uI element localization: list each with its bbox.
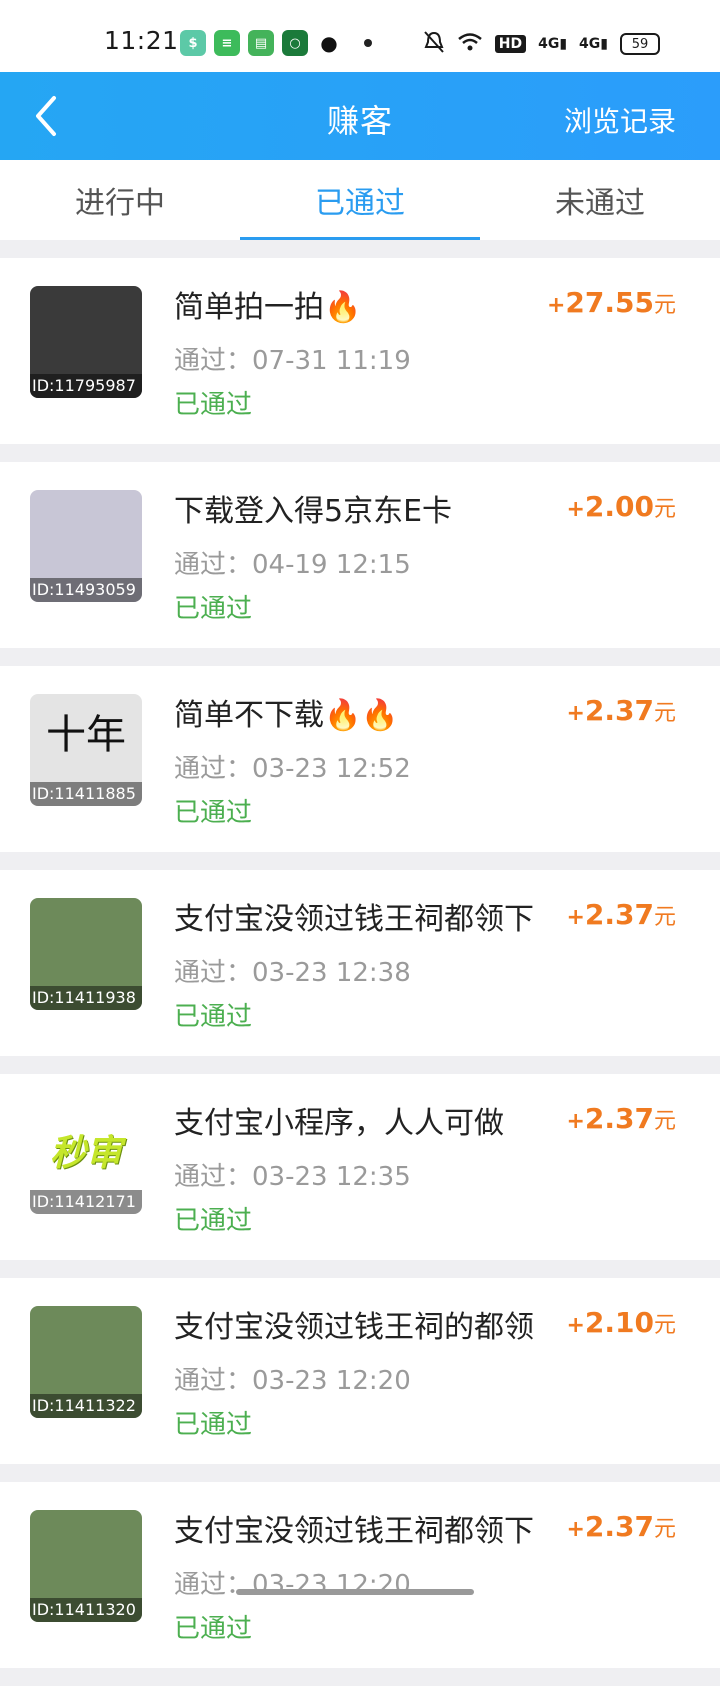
reward-amount: +2.37元 (566, 898, 676, 931)
task-id-label: ID:11493059 (30, 578, 142, 602)
more-notifications-dot (364, 39, 372, 47)
task-thumbnail: 十年 ID:11411885 (30, 694, 142, 806)
reward-amount: +2.37元 (566, 1102, 676, 1135)
task-title: 下载登入得5京东E卡 (174, 494, 453, 529)
app-notification-icon: $ (180, 30, 206, 56)
task-id-label: ID:11411322 (30, 1394, 142, 1418)
wifi-icon (457, 31, 483, 57)
list-item[interactable]: ID:11795987 简单拍一拍🔥 通过：07-31 11:19 已通过 +2… (0, 258, 720, 444)
oppo-icon: ○ (282, 30, 308, 56)
reward-amount: +2.10元 (566, 1306, 676, 1339)
task-title: 支付宝没领过钱王祠都领下 (174, 1514, 534, 1549)
task-thumbnail: 秒审 ID:11412171 (30, 1102, 142, 1214)
approved-date: 通过：03-23 12:20 (174, 1570, 411, 1600)
task-thumbnail: ID:11795987 (30, 286, 142, 398)
task-id-label: ID:11411938 (30, 986, 142, 1010)
browse-history-button[interactable]: 浏览记录 (564, 100, 676, 140)
home-indicator[interactable] (236, 1589, 474, 1595)
signal-icon: 4G▮ (538, 36, 568, 52)
status-label: 已通过 (174, 390, 253, 420)
reward-amount: +2.00元 (566, 490, 676, 523)
task-id-label: ID:11412171 (30, 1190, 142, 1214)
status-label: 已通过 (174, 594, 253, 624)
hd-icon: HD (494, 35, 527, 53)
status-bar: 11:21 $ ≡ ▤ ○ ● HD 4G▮ 4G▮ 59 (0, 0, 720, 72)
task-id-label: ID:11411885 (30, 782, 142, 806)
approved-date: 通过：03-23 12:20 (174, 1366, 411, 1396)
signal-icon: 4G▮ (579, 36, 608, 52)
status-label: 已通过 (174, 1614, 253, 1644)
task-title: 支付宝没领过钱王祠都领下 (174, 902, 534, 937)
task-title: 支付宝小程序，人人可做 (174, 1106, 504, 1141)
task-thumbnail: ID:11411320 (30, 1510, 142, 1622)
message-icon: ▤ (248, 30, 274, 56)
tab-approved[interactable]: 已通过 (240, 160, 480, 240)
mute-icon (423, 30, 445, 58)
approved-date: 通过：03-23 12:52 (174, 754, 411, 784)
approved-date: 通过：03-23 12:38 (174, 958, 411, 988)
approved-date: 通过：04-19 12:15 (174, 550, 411, 580)
task-id-label: ID:11411320 (30, 1598, 142, 1622)
task-thumbnail: ID:11411322 (30, 1306, 142, 1418)
list-item[interactable]: 秒审 ID:11412171 支付宝小程序，人人可做 通过：03-23 12:3… (0, 1074, 720, 1260)
notification-icons: $ ≡ ▤ ○ ● (180, 30, 372, 56)
list-item[interactable]: ID:11411320 支付宝没领过钱王祠都领下 通过：03-23 12:20 … (0, 1482, 720, 1668)
task-list: ID:11795987 简单拍一拍🔥 通过：07-31 11:19 已通过 +2… (0, 258, 720, 1686)
status-label: 已通过 (174, 798, 253, 828)
tab-rejected[interactable]: 未通过 (480, 160, 720, 240)
task-title: 简单拍一拍🔥 (174, 290, 362, 325)
reward-amount: +27.55元 (546, 286, 676, 319)
approved-date: 通过：03-23 12:35 (174, 1162, 411, 1192)
app-notification-icon: ≡ (214, 30, 240, 56)
task-id-label: ID:11795987 (30, 374, 142, 398)
battery-icon: 59 (620, 33, 660, 55)
task-thumbnail: ID:11411938 (30, 898, 142, 1010)
reward-amount: +2.37元 (566, 1510, 676, 1543)
reward-amount: +2.37元 (566, 694, 676, 727)
task-thumbnail: ID:11493059 (30, 490, 142, 602)
status-right-icons: HD 4G▮ 4G▮ 59 (423, 30, 660, 58)
approved-date: 通过：07-31 11:19 (174, 346, 411, 376)
status-label: 已通过 (174, 1410, 253, 1440)
list-item[interactable]: ID:11411938 支付宝没领过钱王祠都领下 通过：03-23 12:38 … (0, 870, 720, 1056)
status-label: 已通过 (174, 1206, 253, 1236)
thumb-glyph: 秒审 (49, 1132, 122, 1174)
app-header: 赚客 浏览记录 (0, 72, 720, 160)
status-time: 11:21 (104, 26, 179, 55)
list-item[interactable]: ID:11411322 支付宝没领过钱王祠的都领 通过：03-23 12:20 … (0, 1278, 720, 1464)
task-title: 简单不下载🔥🔥 (174, 698, 399, 733)
task-title: 支付宝没领过钱王祠的都领 (174, 1310, 534, 1345)
list-item[interactable]: 十年 ID:11411885 简单不下载🔥🔥 通过：03-23 12:52 已通… (0, 666, 720, 852)
status-label: 已通过 (174, 1002, 253, 1032)
tab-in-progress[interactable]: 进行中 (0, 160, 240, 240)
tab-bar: 进行中 已通过 未通过 (0, 160, 720, 240)
list-item[interactable]: ID:11493059 下载登入得5京东E卡 通过：04-19 12:15 已通… (0, 462, 720, 648)
thumb-glyph: 十年 (46, 712, 126, 758)
wechat-icon: ● (316, 30, 342, 56)
